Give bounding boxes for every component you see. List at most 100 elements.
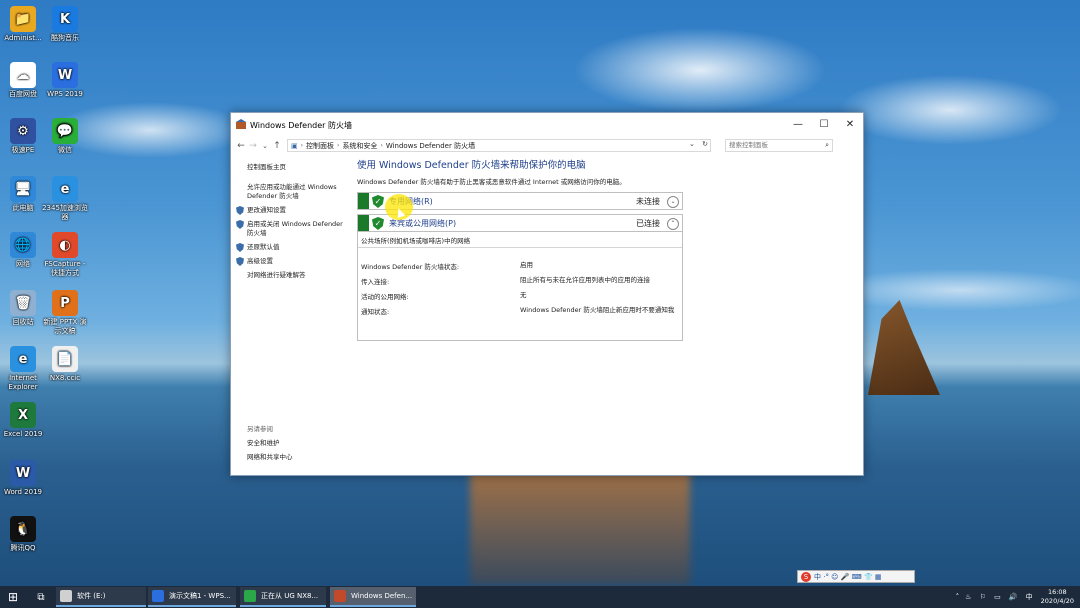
left-navigation-pane: 控制面板主页 允许应用或功能通过 Windows Defender 防火墙 更改… xyxy=(231,155,349,473)
change-notification-link[interactable]: 更改通知设置 xyxy=(236,206,347,215)
word-icon: W xyxy=(10,460,36,486)
desktop-shortcut-label: 网络 xyxy=(16,260,30,268)
administrator-folder-icon: 📁 xyxy=(10,6,36,32)
divider xyxy=(358,247,682,248)
network-sharing-center-link[interactable]: 网络和共享中心 xyxy=(247,453,347,462)
refresh-icon[interactable]: ↻ xyxy=(702,140,708,148)
desktop-shortcut-label: 回收站 xyxy=(12,318,34,326)
task-ug-nx[interactable]: 正在从 UG NX8... xyxy=(240,587,326,607)
pe-tool-icon: ⚙ xyxy=(10,118,36,144)
expand-chevron-down-icon[interactable]: ⌄ xyxy=(667,196,679,208)
desktop-shortcut[interactable]: W Word 2019 xyxy=(0,460,46,497)
see-also-title: 另请参阅 xyxy=(247,425,273,433)
desktop-shortcut[interactable]: e Internet Explorer xyxy=(0,346,46,392)
breadcrumb-control-panel[interactable]: 控制面板 xyxy=(306,141,334,151)
desktop-shortcut[interactable]: P 新建 PPTX 演示文稿 xyxy=(42,290,88,336)
address-dropdown-icon[interactable]: ⌄ xyxy=(689,140,695,148)
desktop-shortcut[interactable]: 📄 NX8.ccic xyxy=(42,346,88,383)
desktop-shortcut[interactable]: ⚙ 极速PE xyxy=(0,118,46,155)
input-language-indicator[interactable]: 中 xyxy=(1026,592,1033,602)
advanced-settings-link[interactable]: 高级设置 xyxy=(236,257,347,266)
control-panel-icon: ▣ xyxy=(291,141,298,150)
task-defender[interactable]: Windows Defen... xyxy=(330,587,416,607)
clock-time: 16:08 xyxy=(1047,588,1067,596)
desktop-shortcut[interactable]: ☁ 百度网盘 xyxy=(0,62,46,99)
breadcrumb-firewall[interactable]: Windows Defender 防火墙 xyxy=(386,141,475,151)
tray-icons[interactable]: ♨ ⚐ ▭ 🔊 xyxy=(965,593,1021,601)
task-view-icon[interactable]: ⧉ xyxy=(30,586,52,608)
system-tray: ˄ ♨ ⚐ ▭ 🔊 中 16:08 2020/4/20 xyxy=(956,586,1074,608)
desktop-shortcut[interactable]: 🌐 网络 xyxy=(0,232,46,269)
public-network-description: 公共场所(例如机场或咖啡店)中的网络 xyxy=(361,237,471,245)
allow-app-link[interactable]: 允许应用或功能通过 Windows Defender 防火墙 xyxy=(247,183,347,201)
clock[interactable]: 16:08 2020/4/20 xyxy=(1041,588,1074,606)
breadcrumb-separator-icon: › xyxy=(300,142,304,149)
show-hidden-icons-icon[interactable]: ˄ xyxy=(956,593,960,601)
recycle-bin-icon: 🗑 xyxy=(10,290,36,316)
security-maintenance-link[interactable]: 安全和维护 xyxy=(247,439,347,448)
pptx-file-icon: P xyxy=(52,290,78,316)
breadcrumb-system-security[interactable]: 系统和安全 xyxy=(342,141,377,151)
detail-value: 阻止所有与未在允许应用列表中的应用的连接 xyxy=(520,276,650,284)
sogou-logo-icon: S xyxy=(801,571,811,582)
wps-icon: W xyxy=(52,62,78,88)
firewall-window: Windows Defender 防火墙 — ☐ ✕ ← → ⌄ ↑ ▣ › 控… xyxy=(230,112,864,476)
desktop-shortcut[interactable]: W WPS 2019 xyxy=(42,62,88,99)
ime-tools[interactable]: 中 ·° ☺ 🎤 ⌨ 👕 ▦ xyxy=(814,572,882,582)
firewall-window-icon xyxy=(236,119,246,131)
wechat-icon: 💬 xyxy=(52,118,78,144)
minimize-button[interactable]: — xyxy=(785,117,811,133)
detail-value: Windows Defender 防火墙阻止新应用时不要通知我 xyxy=(520,306,675,314)
recent-locations-icon[interactable]: ⌄ xyxy=(259,142,271,150)
toggle-firewall-link[interactable]: 启用或关闭 Windows Defender 防火墙 xyxy=(236,220,347,238)
desktop-shortcut[interactable]: K 酷狗音乐 xyxy=(42,6,88,43)
change-notification-label: 更改通知设置 xyxy=(247,206,286,214)
task-label: 演示文稿1 - WPS... xyxy=(169,592,231,600)
shield-icon xyxy=(236,206,244,215)
task-wps[interactable]: 演示文稿1 - WPS... xyxy=(148,587,236,607)
control-panel-home-link[interactable]: 控制面板主页 xyxy=(247,163,347,172)
maximize-button[interactable]: ☐ xyxy=(811,117,837,133)
search-icon[interactable]: ⌕ xyxy=(825,140,829,151)
internet-explorer-icon: e xyxy=(10,346,36,372)
troubleshoot-label: 对网络进行疑难解答 xyxy=(247,271,306,279)
search-placeholder: 搜索控制面板 xyxy=(729,141,768,149)
app-icon xyxy=(244,590,256,602)
browser-2345-icon: e xyxy=(52,176,78,202)
collapse-chevron-up-icon[interactable]: ⌃ xyxy=(667,218,679,230)
restore-defaults-label: 还原默认值 xyxy=(247,243,280,251)
desktop-shortcut-label: 微信 xyxy=(58,146,72,154)
excel-icon: X xyxy=(10,402,36,428)
address-bar[interactable]: ▣ › 控制面板 › 系统和安全 › Windows Defender 防火墙 … xyxy=(287,139,711,152)
desktop-shortcut-label: Word 2019 xyxy=(3,488,43,496)
up-arrow-icon[interactable]: ↑ xyxy=(271,141,283,151)
task-explorer-e[interactable]: 软件 (E:) xyxy=(56,587,146,607)
advanced-settings-label: 高级设置 xyxy=(247,257,273,265)
search-input[interactable]: 搜索控制面板 ⌕ xyxy=(725,139,833,152)
desktop-shortcut[interactable]: 🗑 回收站 xyxy=(0,290,46,327)
desktop-shortcut[interactable]: X Excel 2019 xyxy=(0,402,46,439)
this-pc-icon: 🖥 xyxy=(10,176,36,202)
detail-value: 启用 xyxy=(520,261,533,269)
desktop-shortcut[interactable]: 📁 Administ... xyxy=(0,6,46,43)
forward-arrow-icon[interactable]: → xyxy=(247,141,259,151)
kugou-music-icon: K xyxy=(52,6,78,32)
desktop-shortcut[interactable]: 🐧 腾讯QQ xyxy=(0,516,46,553)
desktop-shortcut[interactable]: 🖥 此电脑 xyxy=(0,176,46,213)
public-network-details: Windows Defender 防火墙状态: 启用 传入连接: 阻止所有与未在… xyxy=(357,247,683,341)
back-arrow-icon[interactable]: ← xyxy=(235,141,247,151)
shield-icon xyxy=(236,220,244,229)
desktop-shortcut-label: 百度网盘 xyxy=(9,90,37,98)
desktop-shortcut[interactable]: ◐ FSCapture - 快捷方式 xyxy=(42,232,88,278)
close-button[interactable]: ✕ xyxy=(837,117,863,133)
desktop-shortcut-label: 酷狗音乐 xyxy=(51,34,79,42)
desktop-shortcut[interactable]: 💬 微信 xyxy=(42,118,88,155)
desktop-shortcut[interactable]: e 2345加速浏览器 xyxy=(42,176,88,222)
windows-start-icon[interactable]: ⊞ xyxy=(0,586,26,608)
status-strip xyxy=(358,193,369,209)
title-bar[interactable]: Windows Defender 防火墙 — ☐ ✕ xyxy=(231,113,863,137)
restore-defaults-link[interactable]: 还原默认值 xyxy=(236,243,347,252)
desktop-shortcut-label: 2345加速浏览器 xyxy=(42,204,88,221)
troubleshoot-link[interactable]: 对网络进行疑难解答 xyxy=(247,271,347,280)
ime-toolbar[interactable]: S 中 ·° ☺ 🎤 ⌨ 👕 ▦ xyxy=(797,570,915,583)
